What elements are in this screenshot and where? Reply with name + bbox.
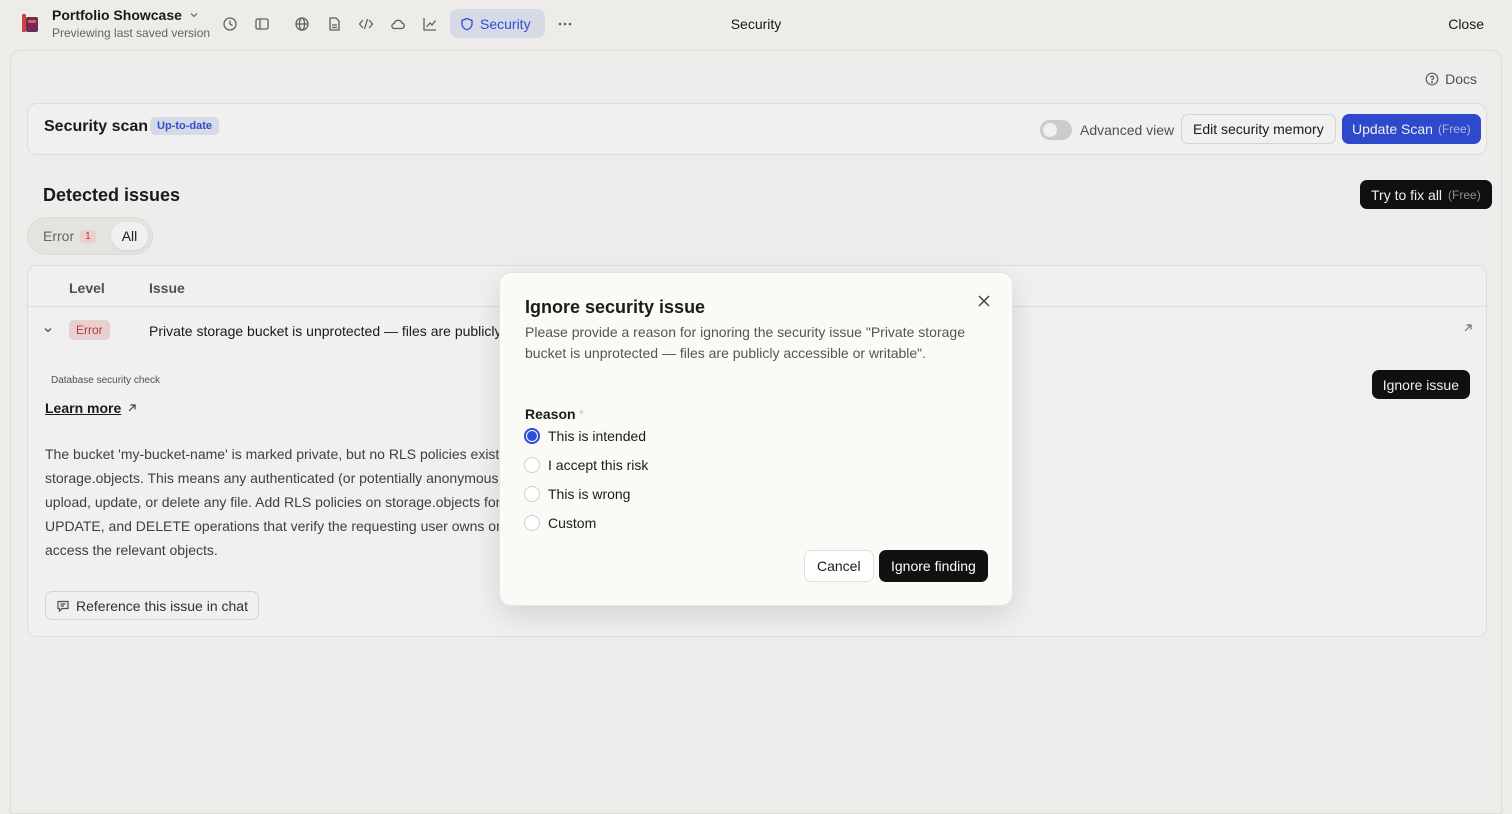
reason-option-custom[interactable]: Custom <box>524 515 596 531</box>
reason-option-intended[interactable]: This is intended <box>524 428 646 444</box>
required-mark: * <box>578 406 585 422</box>
ignore-issue-dialog: Ignore security issue Please provide a r… <box>499 272 1013 606</box>
radio-button[interactable] <box>524 457 540 473</box>
radio-button[interactable] <box>524 515 540 531</box>
radio-button[interactable] <box>524 486 540 502</box>
reason-option-wrong[interactable]: This is wrong <box>524 486 630 502</box>
dialog-description: Please provide a reason for ignoring the… <box>525 324 965 361</box>
radio-button[interactable] <box>524 428 540 444</box>
option-label: This is wrong <box>548 486 631 502</box>
cancel-button[interactable]: Cancel <box>804 550 874 582</box>
reason-label: Reason * <box>525 406 584 422</box>
option-label: This is intended <box>548 428 647 444</box>
reason-label-text: Reason <box>525 406 576 422</box>
dialog-title: Ignore security issue <box>525 297 706 317</box>
close-icon[interactable] <box>974 291 994 311</box>
option-label: I accept this risk <box>548 457 649 473</box>
option-label: Custom <box>548 515 597 531</box>
ignore-finding-button[interactable]: Ignore finding <box>879 550 988 582</box>
reason-option-accept-risk[interactable]: I accept this risk <box>524 457 648 473</box>
